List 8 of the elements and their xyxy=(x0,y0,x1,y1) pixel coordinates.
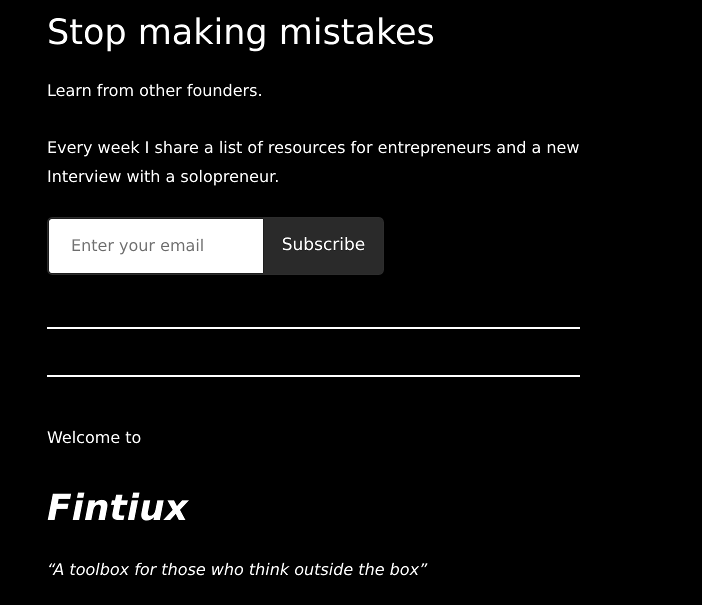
tagline-text: “A toolbox for those who think outside the box” xyxy=(47,559,428,581)
intro-text: Learn from other founders. xyxy=(47,80,264,102)
subscribe-button[interactable]: Subscribe xyxy=(263,217,384,275)
description-text: Every week I share a list of resources for entrepreneurs and a new Interview with a solopreneur. xyxy=(47,137,580,188)
page-heading: Stop making mistakes xyxy=(47,12,436,54)
welcome-text: Welcome to xyxy=(47,427,142,449)
email-field[interactable]: Enter your email xyxy=(47,217,263,275)
brand-name: Fintiux xyxy=(47,487,190,531)
